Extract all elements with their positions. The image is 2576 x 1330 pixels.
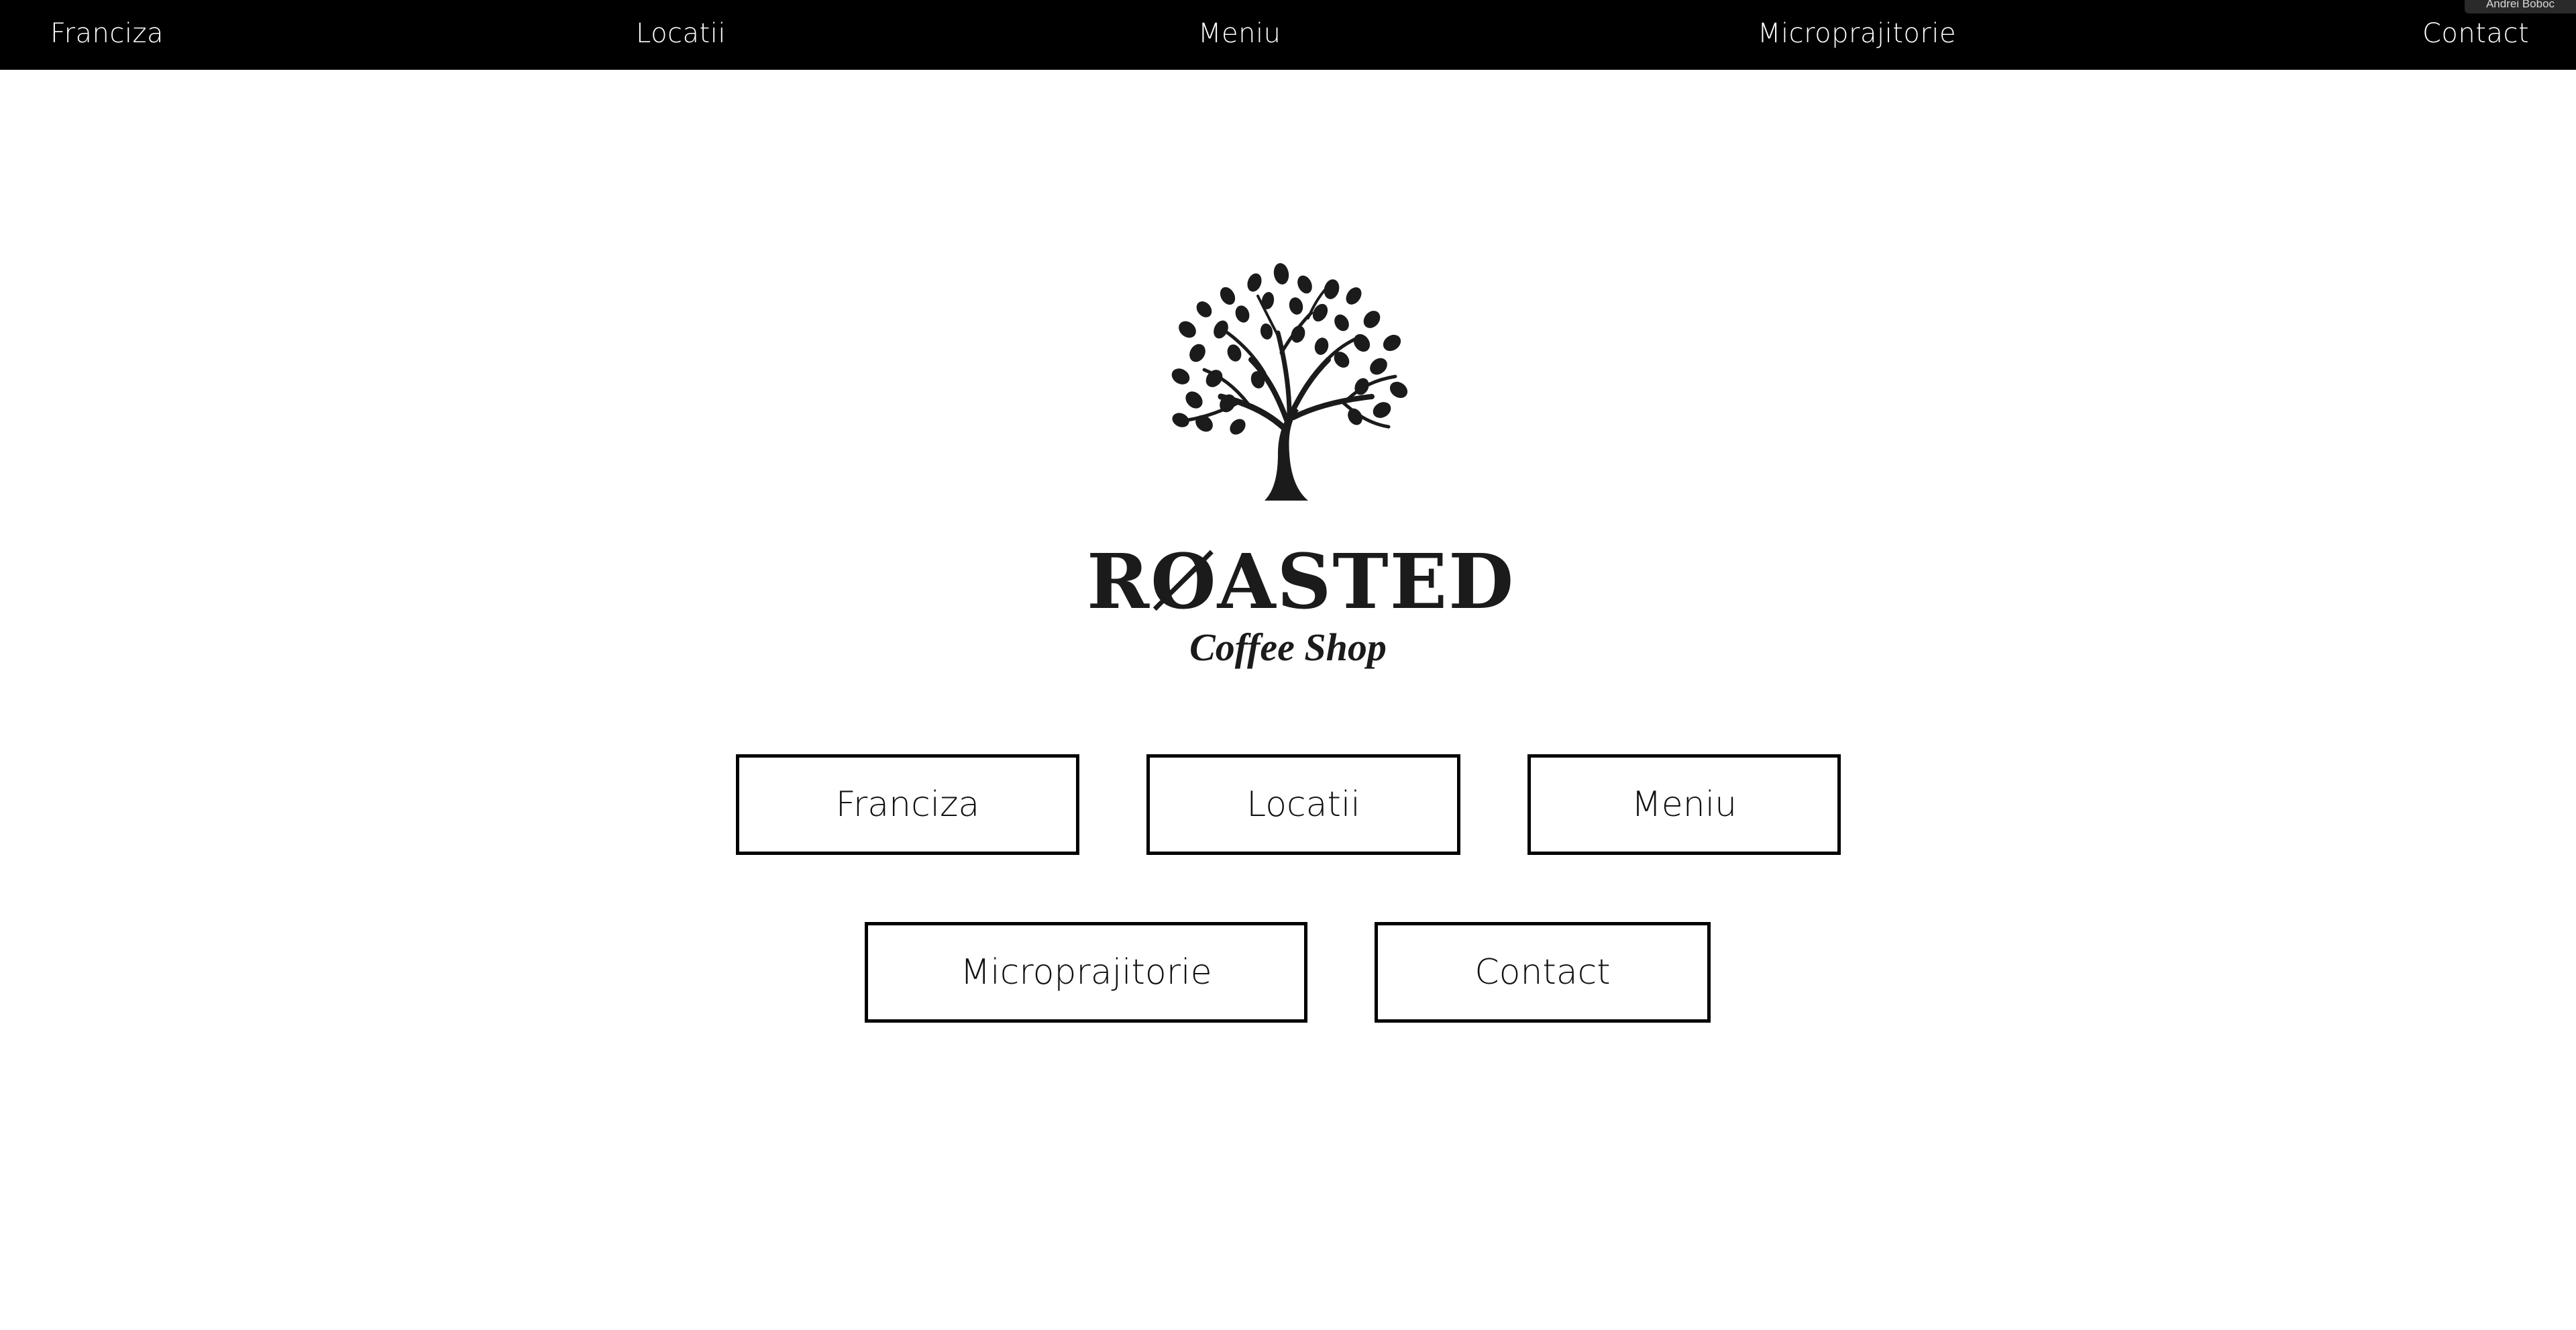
franciza-button[interactable]: Franciza: [736, 754, 1079, 855]
contact-button[interactable]: Contact: [1375, 922, 1711, 1023]
nav-link-locatii[interactable]: Locatii: [636, 0, 726, 67]
coffee-tree-icon: [1171, 263, 1408, 501]
nav-link-meniu[interactable]: Meniu: [1198, 0, 1281, 67]
brand-title: RØASTED: [1087, 538, 1515, 626]
user-name-badge: Andrei Boboc: [2465, 0, 2576, 13]
locatii-button[interactable]: Locatii: [1146, 754, 1460, 855]
microprajitorie-button[interactable]: Microprajitorie: [865, 922, 1307, 1023]
nav-link-franciza[interactable]: Franciza: [50, 0, 164, 67]
brand-subtitle: Coffee Shop: [1189, 625, 1387, 669]
top-nav-bar: Franciza Locatii Meniu Microprajitorie C…: [0, 0, 2576, 70]
nav-link-microprajitorie[interactable]: Microprajitorie: [1758, 0, 1956, 67]
meniu-button[interactable]: Meniu: [1527, 754, 1841, 855]
